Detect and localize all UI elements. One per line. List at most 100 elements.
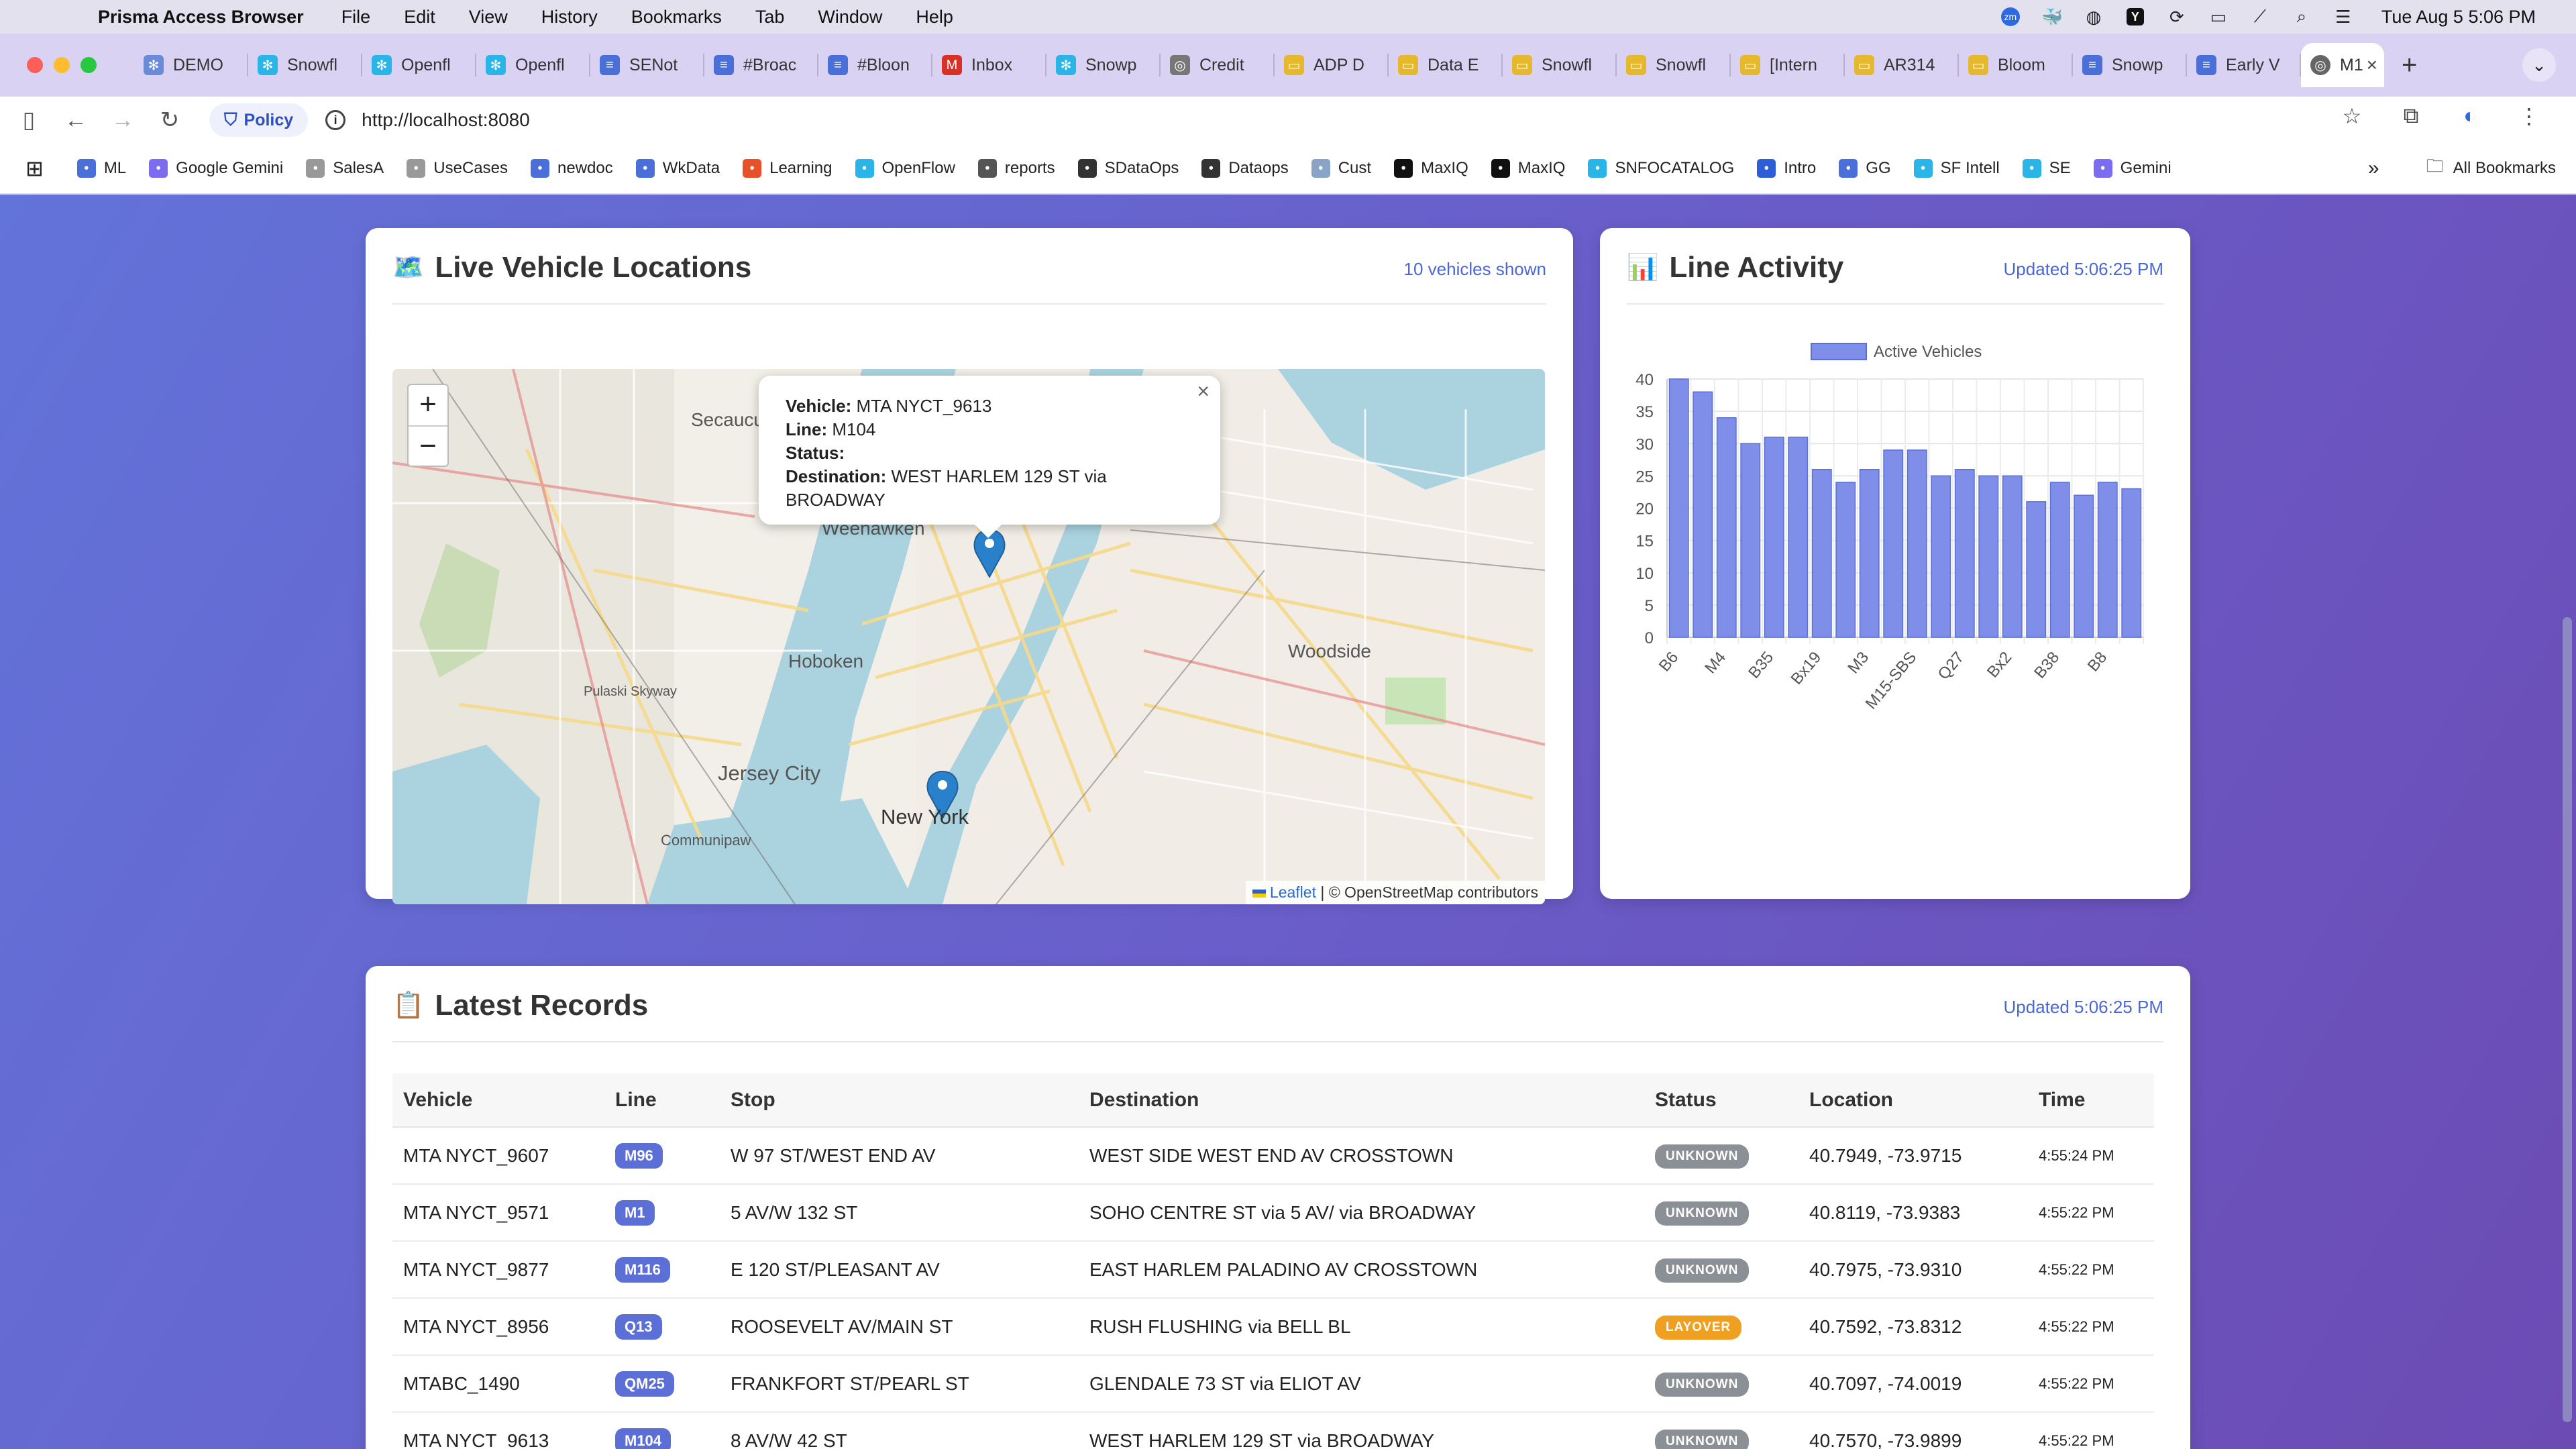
bookmark-item[interactable]: • SalesA [306, 159, 384, 178]
bookmark-item[interactable]: • Gemini [2093, 159, 2171, 178]
col-stop[interactable]: Stop [720, 1073, 1079, 1128]
bookmark-star-icon[interactable]: ☆ [2322, 103, 2381, 129]
bookmark-item[interactable]: • newdoc [531, 159, 613, 178]
table-row[interactable]: MTA NYCT_9571 M1 5 AV/W 132 ST SOHO CENTRE … [392, 1184, 2154, 1242]
zoom-in-button[interactable]: + [409, 385, 447, 425]
app-name[interactable]: Prisma Access Browser [98, 7, 304, 28]
line-activity-chart[interactable]: Active Vehicles 0 5 10 15 20 25 30 35 40 B6 M4 B35 Bx… [1620, 342, 2157, 771]
more-bookmarks-icon[interactable]: » [2368, 157, 2379, 180]
menu-window[interactable]: Window [818, 7, 882, 28]
menu-help[interactable]: Help [916, 7, 953, 28]
menu-file[interactable]: File [341, 7, 371, 28]
bookmark-item[interactable]: • Cust [1311, 159, 1371, 178]
docker-icon[interactable]: 🐳 [2041, 7, 2063, 27]
all-bookmarks-link[interactable]: All Bookmarks [2453, 159, 2556, 178]
bookmark-item[interactable]: • Dataops [1201, 159, 1289, 178]
sidebar-toggle-icon[interactable]: ▯ [5, 107, 52, 133]
new-tab-button[interactable]: + [2402, 50, 2417, 80]
tab-item[interactable]: ✻ Snowp [1046, 43, 1161, 87]
tab-search-chevron-icon[interactable]: ⌄ [2522, 48, 2556, 82]
minimize-window-button[interactable] [54, 57, 70, 73]
table-row[interactable]: MTABC_1490 QM25 FRANKFORT ST/PEARL ST GLEND… [392, 1355, 2154, 1413]
menu-edit[interactable]: Edit [404, 7, 435, 28]
col-location[interactable]: Location [1799, 1073, 2028, 1128]
bookmark-item[interactable]: • UseCases [407, 159, 508, 178]
table-row[interactable]: MTA NYCT_9613 M104 8 AV/W 42 ST WEST HARLEM… [392, 1412, 2154, 1449]
tab-item[interactable]: ✻ Openfl [362, 43, 476, 87]
tab-item[interactable]: ✻ Snowfl [248, 43, 362, 87]
zoom-out-button[interactable]: − [409, 425, 447, 466]
battery-icon[interactable]: ▭ [2207, 7, 2230, 27]
col-vehicle[interactable]: Vehicle [392, 1073, 604, 1128]
bookmark-item[interactable]: • MaxIQ [1491, 159, 1565, 178]
reload-icon[interactable]: ↻ [146, 107, 193, 133]
menu-view[interactable]: View [469, 7, 508, 28]
zoom-status-icon[interactable]: zm [1999, 7, 2022, 27]
vehicle-map[interactable]: Secaucus Weehawken Hoboken Jersey City N… [392, 369, 1545, 904]
bookmark-item[interactable]: • reports [977, 159, 1055, 178]
page-scrollbar[interactable] [2563, 617, 2572, 1422]
vpn-globe-icon[interactable]: ◍ [2082, 7, 2105, 27]
col-time[interactable]: Time [2028, 1073, 2154, 1128]
tab-item[interactable]: ≡ SENot [590, 43, 704, 87]
tab-item[interactable]: ▭ Snowfl [1617, 43, 1731, 87]
bookmark-item[interactable]: • WkData [635, 159, 720, 178]
tab-item[interactable]: ≡ #Broac [704, 43, 818, 87]
leaflet-link[interactable]: Leaflet [1270, 883, 1316, 901]
tab-item[interactable]: ≡ #Bloon [818, 43, 932, 87]
table-row[interactable]: MTA NYCT_9607 M96 W 97 ST/WEST END AV WEST … [392, 1127, 2154, 1185]
close-popup-icon[interactable]: × [1197, 380, 1210, 403]
menu-history[interactable]: History [541, 7, 598, 28]
y-app-icon[interactable]: Y [2124, 7, 2147, 27]
tab-item[interactable]: M Inbox [932, 43, 1046, 87]
menu-bookmarks[interactable]: Bookmarks [631, 7, 722, 28]
bookmark-item[interactable]: • Intro [1757, 159, 1816, 178]
close-tab-icon[interactable]: × [2367, 54, 2377, 76]
menu-tab[interactable]: Tab [755, 7, 785, 28]
tab-item[interactable]: ▭ ADP D [1275, 43, 1389, 87]
url-text[interactable]: http://localhost:8080 [362, 109, 530, 131]
bookmark-item[interactable]: • SF Intell [1913, 159, 2000, 178]
tab-item[interactable]: ▭ Bloom [1959, 43, 2073, 87]
policy-button[interactable]: ⛉ Policy [209, 103, 309, 137]
tab-item[interactable]: ▭ AR314 [1845, 43, 1959, 87]
site-info-icon[interactable]: i [325, 110, 346, 130]
tab-item[interactable]: ✻ DEMO [134, 43, 248, 87]
bookmark-item[interactable]: • SDataOps [1077, 159, 1179, 178]
wifi-off-icon[interactable]: ⟋ [2249, 6, 2271, 27]
tab-item[interactable]: ▭ [Intern [1731, 43, 1845, 87]
bookmark-item[interactable]: • Google Gemini [149, 159, 283, 178]
sync-icon[interactable]: ⟳ [2165, 7, 2188, 27]
col-line[interactable]: Line [604, 1073, 720, 1128]
tab-item[interactable]: ≡ Early V [2187, 43, 2301, 87]
menubar-clock[interactable]: Tue Aug 5 5:06 PM [2381, 7, 2536, 28]
table-row[interactable]: MTA NYCT_8956 Q13 ROOSEVELT AV/MAIN ST RUSH… [392, 1298, 2154, 1356]
profile-avatar-icon[interactable]: ◐ [2440, 103, 2500, 129]
control-center-icon[interactable]: ☰ [2332, 7, 2355, 27]
apps-grid-icon[interactable]: ⊞ [25, 156, 44, 181]
tab-item[interactable]: ✻ Openfl [476, 43, 590, 87]
col-status[interactable]: Status [1644, 1073, 1799, 1128]
bookmark-item[interactable]: • Learning [743, 159, 833, 178]
tab-active[interactable]: ◎ M1 × [2301, 43, 2384, 87]
address-bar[interactable]: i http://localhost:8080 [325, 109, 530, 131]
bookmark-item[interactable]: • GG [1839, 159, 1891, 178]
bookmark-item[interactable]: • SNFOCATALOG [1588, 159, 1734, 178]
tab-item[interactable]: ▭ Snowfl [1503, 43, 1617, 87]
table-row[interactable]: MTA NYCT_9877 M116 E 120 ST/PLEASANT AV EAS… [392, 1241, 2154, 1299]
bookmark-item[interactable]: • OpenFlow [855, 159, 955, 178]
tab-item[interactable]: ◎ Credit [1161, 43, 1275, 87]
extensions-puzzle-icon[interactable]: ⧉ [2381, 103, 2440, 129]
maximize-window-button[interactable] [80, 57, 97, 73]
close-window-button[interactable] [27, 57, 43, 73]
tab-item[interactable]: ▭ Data E [1389, 43, 1503, 87]
forward-arrow-icon[interactable]: → [99, 107, 146, 133]
bookmark-item[interactable]: • ML [76, 159, 126, 178]
bookmark-item[interactable]: • SE [2022, 159, 2071, 178]
more-menu-icon[interactable]: ⋮ [2500, 103, 2559, 129]
bookmark-item[interactable]: • MaxIQ [1394, 159, 1468, 178]
col-destination[interactable]: Destination [1079, 1073, 1644, 1128]
spotlight-search-icon[interactable]: ⌕ [2290, 6, 2313, 27]
tab-item[interactable]: ≡ Snowp [2073, 43, 2187, 87]
back-arrow-icon[interactable]: ← [52, 107, 99, 133]
